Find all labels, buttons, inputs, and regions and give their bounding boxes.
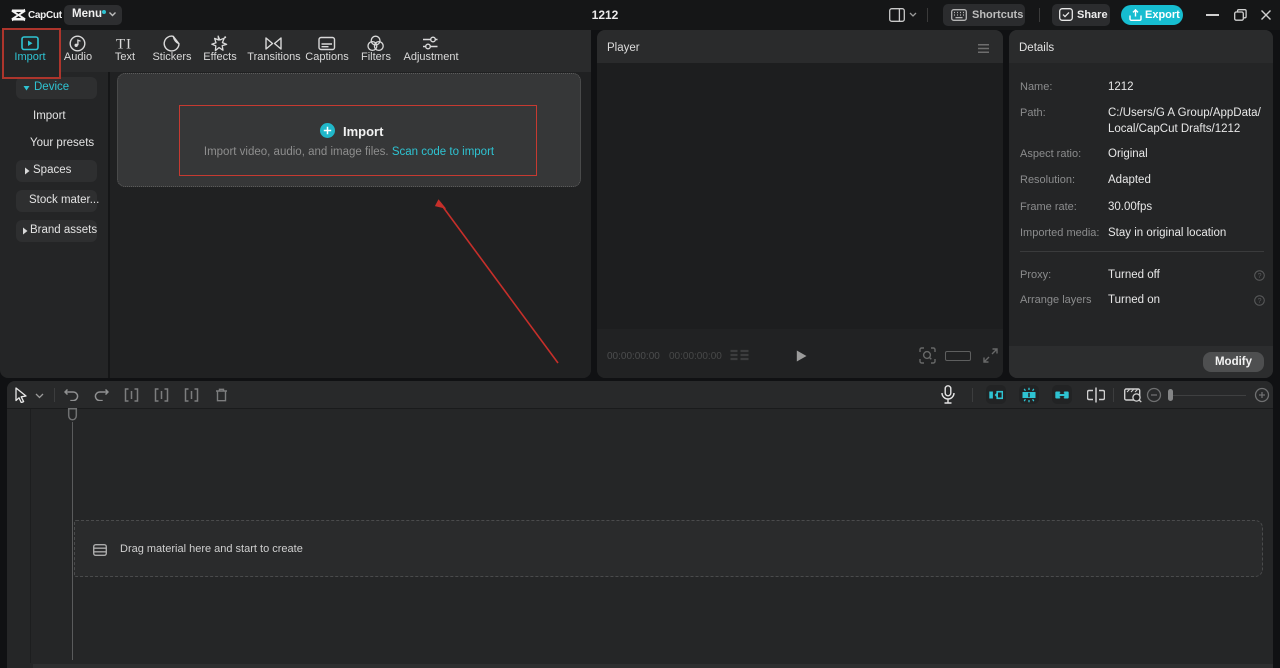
svg-text:?: ? — [1258, 273, 1262, 280]
svg-text:T: T — [116, 37, 125, 53]
svg-text:?: ? — [1258, 298, 1262, 305]
svg-text:I: I — [126, 37, 131, 53]
